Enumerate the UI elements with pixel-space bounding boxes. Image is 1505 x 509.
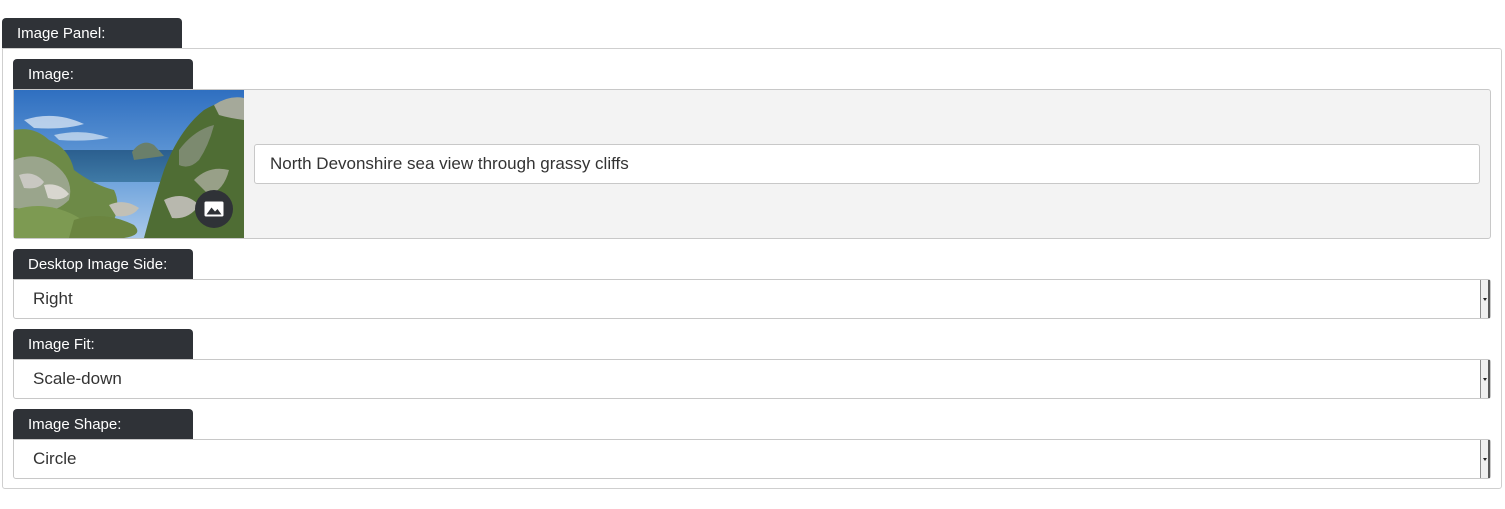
- image-fit-value: Scale-down: [33, 369, 122, 388]
- image-thumbnail[interactable]: [14, 90, 244, 238]
- image-field-label: Image:: [13, 59, 193, 90]
- image-shape-select[interactable]: Circle: [13, 439, 1491, 479]
- image-shape-value: Circle: [33, 449, 77, 468]
- image-panel-tab: Image Panel:: [2, 18, 182, 49]
- image-fit-select[interactable]: Scale-down: [13, 359, 1491, 399]
- desktop-image-side-select[interactable]: Right: [13, 279, 1491, 319]
- chevron-down-icon[interactable]: [1480, 440, 1490, 478]
- image-field: [13, 89, 1491, 239]
- photo-glyph-icon: [204, 201, 224, 217]
- image-shape-label: Image Shape:: [13, 409, 193, 440]
- image-fit-label: Image Fit:: [13, 329, 193, 360]
- image-alt-text-input[interactable]: [254, 144, 1480, 184]
- desktop-image-side-value: Right: [33, 289, 73, 308]
- desktop-image-side-label: Desktop Image Side:: [13, 249, 193, 280]
- chevron-down-icon[interactable]: [1480, 360, 1490, 398]
- image-icon[interactable]: [195, 190, 233, 228]
- chevron-down-icon[interactable]: [1480, 280, 1490, 318]
